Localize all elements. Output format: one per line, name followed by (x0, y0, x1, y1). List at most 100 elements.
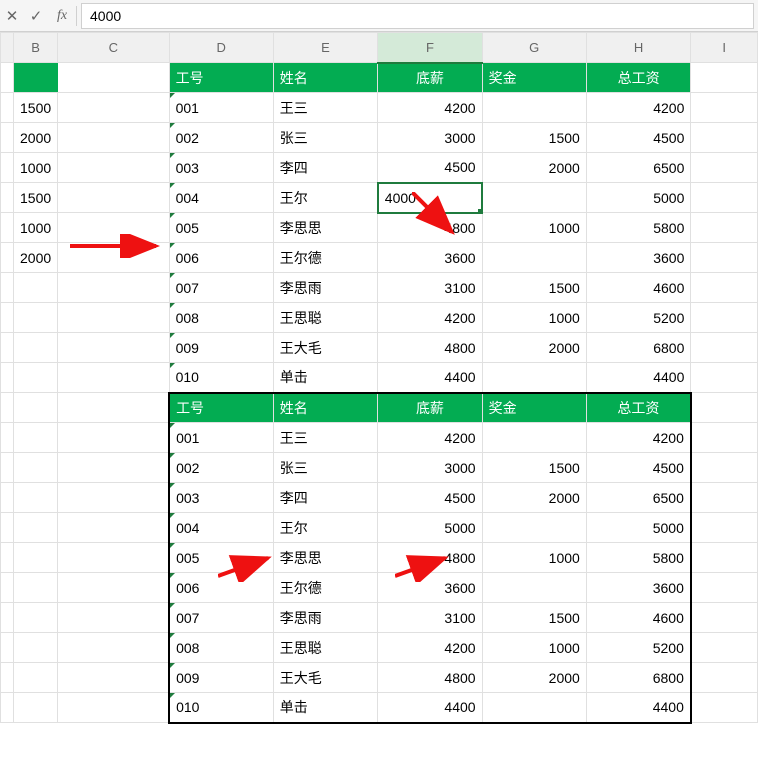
cell[interactable]: 工号 (169, 393, 273, 423)
cell[interactable] (691, 603, 758, 633)
cell[interactable]: 2000 (482, 663, 586, 693)
cell[interactable]: 王尔 (273, 513, 378, 543)
cell[interactable] (14, 543, 58, 573)
cell[interactable] (58, 603, 169, 633)
cell[interactable]: 2000 (482, 483, 586, 513)
cell[interactable]: 4500 (378, 153, 482, 183)
cell[interactable] (1, 303, 14, 333)
cell[interactable] (1, 363, 14, 393)
cell[interactable] (14, 483, 58, 513)
cell[interactable]: 李思思 (273, 213, 378, 243)
cell[interactable]: 3600 (586, 243, 691, 273)
cell[interactable]: 5800 (586, 213, 691, 243)
cell[interactable]: 4500 (586, 453, 691, 483)
cell[interactable] (482, 423, 586, 453)
col-header-E[interactable]: E (273, 33, 378, 63)
cell[interactable]: 5200 (586, 303, 691, 333)
cell[interactable]: 王尔德 (273, 573, 378, 603)
cell[interactable]: 工号 (169, 63, 273, 93)
cell[interactable]: 张三 (273, 453, 378, 483)
cell[interactable] (1, 573, 14, 603)
cell[interactable] (691, 123, 758, 153)
cell[interactable]: 003 (169, 483, 273, 513)
cell[interactable]: 006 (169, 573, 273, 603)
cell[interactable] (14, 63, 58, 93)
cell[interactable]: 2000 (14, 243, 58, 273)
cell[interactable] (482, 573, 586, 603)
cell[interactable]: 1000 (482, 213, 586, 243)
cell[interactable] (58, 423, 169, 453)
cell[interactable]: 李思雨 (273, 603, 378, 633)
cell[interactable]: 李四 (273, 153, 378, 183)
col-header-H[interactable]: H (586, 33, 691, 63)
cell[interactable]: 3600 (378, 573, 482, 603)
cell[interactable] (1, 153, 14, 183)
cell[interactable]: 002 (169, 453, 273, 483)
cell[interactable] (58, 333, 169, 363)
cell[interactable]: 002 (169, 123, 273, 153)
cell[interactable] (691, 693, 758, 723)
cell[interactable] (14, 333, 58, 363)
cell[interactable]: 姓名 (273, 63, 378, 93)
cell[interactable] (58, 183, 169, 213)
cell[interactable] (14, 693, 58, 723)
cell[interactable]: 4200 (378, 633, 482, 663)
cell[interactable]: 4500 (586, 123, 691, 153)
cell[interactable] (58, 273, 169, 303)
cell[interactable] (14, 573, 58, 603)
cell[interactable] (691, 273, 758, 303)
cell[interactable]: 王三 (273, 423, 378, 453)
cell[interactable]: 009 (169, 663, 273, 693)
cell[interactable] (1, 243, 14, 273)
enter-icon[interactable]: ✓ (24, 0, 48, 31)
cell[interactable] (691, 483, 758, 513)
cell[interactable]: 4000 (378, 183, 482, 213)
grid[interactable]: B C D E F G H I 工号姓名底薪奖金总工资1500001王三4200… (0, 32, 758, 724)
cell[interactable]: 2000 (14, 123, 58, 153)
cell[interactable] (482, 693, 586, 723)
cell[interactable]: 奖金 (482, 63, 586, 93)
cell[interactable] (14, 303, 58, 333)
cell[interactable] (58, 543, 169, 573)
cell[interactable] (482, 243, 586, 273)
cell[interactable]: 1500 (14, 93, 58, 123)
cell[interactable] (691, 363, 758, 393)
cell[interactable]: 1500 (482, 603, 586, 633)
cell[interactable] (58, 453, 169, 483)
cell[interactable] (1, 543, 14, 573)
cell[interactable]: 007 (169, 273, 273, 303)
col-header-F[interactable]: F (378, 33, 482, 63)
cell[interactable]: 王尔德 (273, 243, 378, 273)
cell[interactable]: 1000 (482, 303, 586, 333)
cell[interactable]: 4800 (378, 543, 482, 573)
cell[interactable] (1, 603, 14, 633)
cell[interactable]: 005 (169, 543, 273, 573)
cell[interactable] (58, 573, 169, 603)
cell[interactable]: 6800 (586, 333, 691, 363)
cell[interactable]: 底薪 (378, 393, 482, 423)
cell[interactable] (14, 603, 58, 633)
cell[interactable] (482, 363, 586, 393)
cell[interactable] (482, 93, 586, 123)
cell[interactable]: 4200 (378, 423, 482, 453)
cell[interactable]: 总工资 (586, 393, 691, 423)
cell[interactable] (58, 123, 169, 153)
cell[interactable] (14, 513, 58, 543)
cell[interactable]: 3100 (378, 603, 482, 633)
cell[interactable] (14, 453, 58, 483)
cell[interactable]: 底薪 (378, 63, 482, 93)
cell[interactable] (691, 153, 758, 183)
cell[interactable] (14, 273, 58, 303)
cell[interactable]: 4600 (586, 603, 691, 633)
cell[interactable]: 2000 (482, 153, 586, 183)
cell[interactable] (1, 693, 14, 723)
cancel-icon[interactable]: ✕ (0, 0, 24, 31)
cell[interactable] (14, 363, 58, 393)
cell[interactable]: 5200 (586, 633, 691, 663)
cell[interactable] (58, 483, 169, 513)
cell[interactable]: 009 (169, 333, 273, 363)
cell[interactable]: 王三 (273, 93, 378, 123)
cell[interactable]: 4400 (586, 693, 691, 723)
cell[interactable]: 李思雨 (273, 273, 378, 303)
cell[interactable]: 3000 (378, 123, 482, 153)
